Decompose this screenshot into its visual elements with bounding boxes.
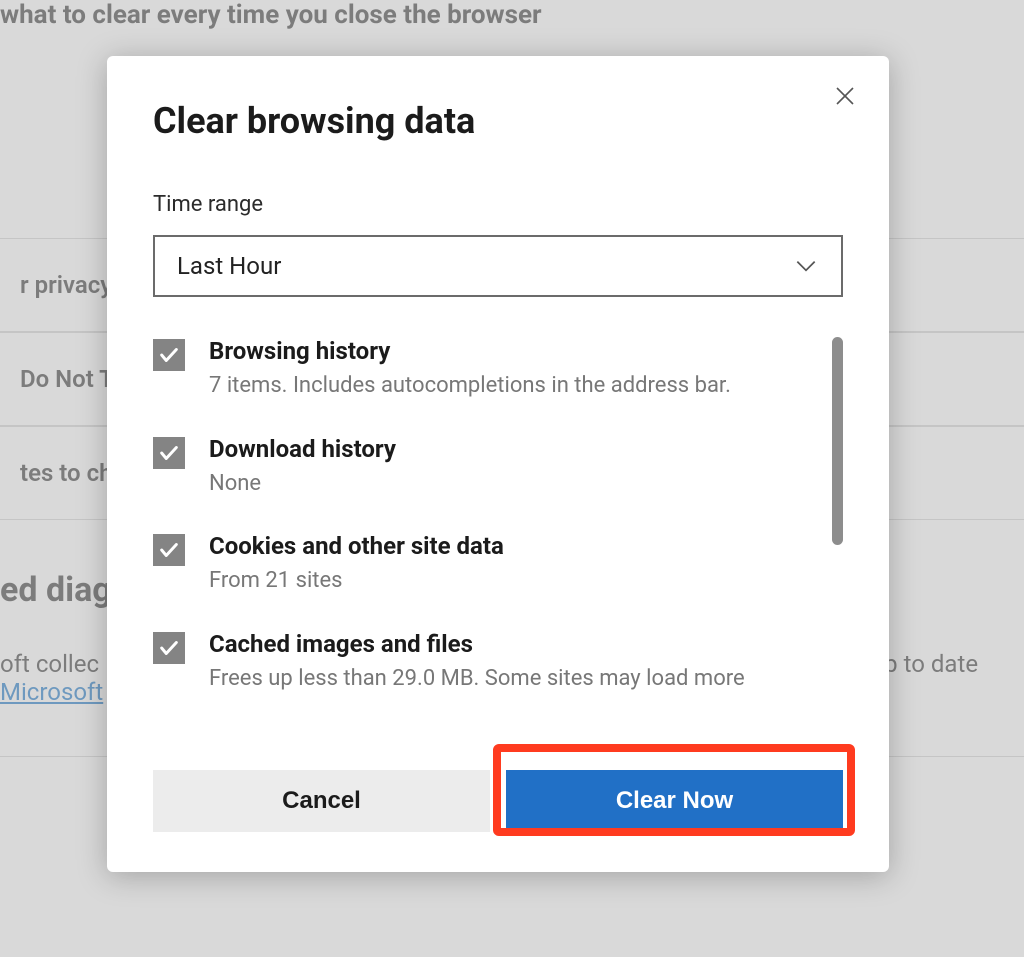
time-range-select[interactable]: Last Hour [153,235,843,297]
item-cached: Cached images and files Frees up less th… [153,630,813,694]
item-download-history: Download history None [153,435,813,499]
checkbox-download-history[interactable] [153,437,185,469]
dialog-title: Clear browsing data [153,100,843,142]
item-browsing-history: Browsing history 7 items. Includes autoc… [153,337,813,401]
item-title: Browsing history [209,337,813,365]
item-subtitle: 7 items. Includes autocompletions in the… [209,371,813,401]
checkbox-cached[interactable] [153,632,185,664]
checkmark-icon [158,442,180,464]
checkbox-browsing-history[interactable] [153,339,185,371]
cancel-button[interactable]: Cancel [153,770,490,832]
item-title: Download history [209,435,813,463]
item-cookies: Cookies and other site data From 21 site… [153,532,813,596]
close-button[interactable] [827,78,863,114]
checkmark-icon [158,637,180,659]
chevron-down-icon [793,253,819,279]
close-icon [833,84,857,108]
item-subtitle: Frees up less than 29.0 MB. Some sites m… [209,664,813,694]
checkmark-icon [158,539,180,561]
clear-browsing-data-dialog: Clear browsing data Time range Last Hour… [107,56,889,872]
dialog-actions: Cancel Clear Now [153,770,843,832]
item-title: Cached images and files [209,630,813,658]
bg-link-microsoft[interactable]: Microsoft [0,678,103,706]
item-title: Cookies and other site data [209,532,813,560]
item-subtitle: None [209,469,813,499]
checkmark-icon [158,344,180,366]
time-range-value: Last Hour [177,252,281,280]
time-range-label: Time range [153,192,843,217]
item-subtitle: From 21 sites [209,566,813,596]
data-type-list-inner: Browsing history 7 items. Includes autoc… [153,337,843,752]
data-type-list: Browsing history 7 items. Includes autoc… [153,337,843,752]
bg-paragraph-prefix: oft collec [0,650,99,678]
bg-top-title: what to clear every time you close the b… [0,0,1024,48]
scrollbar-thumb[interactable] [832,337,843,545]
clear-now-button[interactable]: Clear Now [506,770,843,832]
checkbox-cookies[interactable] [153,534,185,566]
